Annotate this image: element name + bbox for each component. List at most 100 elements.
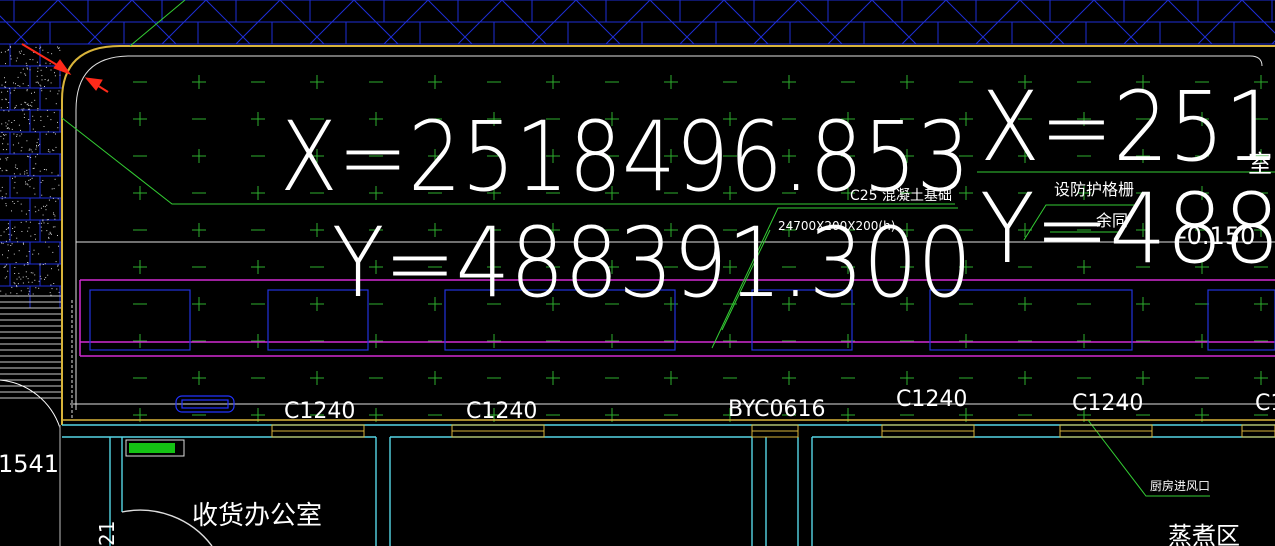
speckle	[1, 132, 3, 133]
label-left-edge-num: 1541	[0, 450, 59, 478]
speckle	[16, 168, 18, 170]
speckle	[17, 76, 19, 78]
speckle	[27, 278, 29, 280]
speckle	[34, 234, 36, 235]
speckle	[33, 174, 35, 176]
speckle	[55, 103, 57, 105]
speckle	[18, 272, 20, 274]
speckle	[6, 128, 8, 129]
speckle	[36, 142, 38, 144]
speckle	[22, 282, 24, 284]
speckle	[12, 144, 14, 146]
speckle	[27, 68, 28, 70]
speckle	[48, 246, 50, 248]
speckle	[7, 49, 9, 51]
speckle	[7, 270, 9, 272]
speckle	[42, 220, 44, 222]
speckle	[8, 233, 10, 235]
speckle	[4, 196, 6, 198]
speckle	[37, 138, 39, 140]
speckle	[38, 145, 39, 147]
speckle	[10, 58, 12, 60]
speckle	[20, 290, 22, 292]
speckle	[20, 203, 22, 205]
speckle	[8, 102, 10, 103]
speckle	[40, 181, 42, 183]
speckle	[17, 85, 19, 86]
speckle	[40, 120, 42, 121]
window-tag: C1	[1255, 391, 1275, 416]
speckle	[18, 51, 20, 53]
speckle	[13, 133, 15, 135]
speckle	[41, 90, 43, 92]
speckle	[6, 264, 8, 266]
speckle	[25, 221, 27, 223]
speckle	[0, 290, 2, 292]
speckle	[23, 243, 24, 245]
speckle	[40, 88, 42, 90]
speckle	[47, 150, 49, 152]
speckle	[28, 290, 30, 292]
speckle	[29, 179, 31, 181]
speckle	[18, 124, 20, 126]
speckle	[36, 75, 38, 77]
speckle	[37, 109, 39, 111]
speckle	[7, 223, 9, 225]
left-masonry-wall	[0, 43, 62, 429]
speckle	[32, 115, 34, 117]
label-room-shi: 室	[1248, 150, 1272, 178]
speckle	[3, 231, 5, 233]
cad-drawing-canvas[interactable]: X=2518496.853 Y=488391.300 X=251 Y=488 C…	[0, 0, 1275, 546]
speckle	[14, 166, 16, 168]
speckle	[17, 200, 19, 202]
speckle	[28, 251, 30, 252]
speckle	[25, 102, 27, 104]
speckle	[57, 174, 59, 176]
speckle	[15, 262, 17, 263]
speckle	[59, 74, 61, 76]
speckle	[7, 244, 9, 246]
speckle	[41, 230, 43, 232]
speckle	[2, 242, 4, 244]
speckle	[28, 156, 30, 158]
speckle	[4, 86, 6, 88]
speckle	[3, 138, 5, 140]
speckle	[58, 291, 60, 293]
speckle	[48, 79, 49, 81]
speckle	[22, 68, 24, 70]
speckle	[20, 150, 22, 152]
speckle	[45, 241, 46, 243]
speckle	[41, 79, 43, 81]
speckle	[12, 177, 13, 179]
speckle	[28, 293, 29, 295]
x-coordinate-right: X=251	[980, 71, 1275, 183]
speckle	[14, 226, 16, 228]
speckle	[46, 204, 48, 206]
speckle	[54, 218, 56, 220]
speckle	[4, 77, 5, 79]
label-kitchen-vent: 厨房进风口	[1150, 478, 1210, 493]
speckle	[37, 108, 39, 109]
speckle	[58, 245, 59, 247]
speckle	[28, 105, 30, 106]
speckle	[35, 163, 37, 165]
speckle	[23, 108, 25, 110]
speckle	[32, 253, 34, 255]
speckle	[7, 143, 9, 145]
speckle	[35, 211, 37, 213]
speckle	[0, 190, 2, 192]
speckle	[26, 64, 28, 66]
window-tag: C1240	[284, 399, 355, 424]
speckle	[42, 49, 44, 51]
speckle	[57, 264, 59, 266]
speckle	[14, 273, 16, 274]
label-foundation-size: 24700X200X200(h)	[778, 219, 895, 233]
speckle	[10, 55, 12, 57]
speckle	[15, 105, 17, 107]
label-cooking-area: 蒸煮区	[1168, 522, 1240, 546]
speckle	[44, 278, 45, 280]
speckle	[48, 199, 50, 201]
speckle	[27, 262, 29, 264]
speckle	[16, 278, 18, 280]
speckle	[16, 192, 18, 194]
